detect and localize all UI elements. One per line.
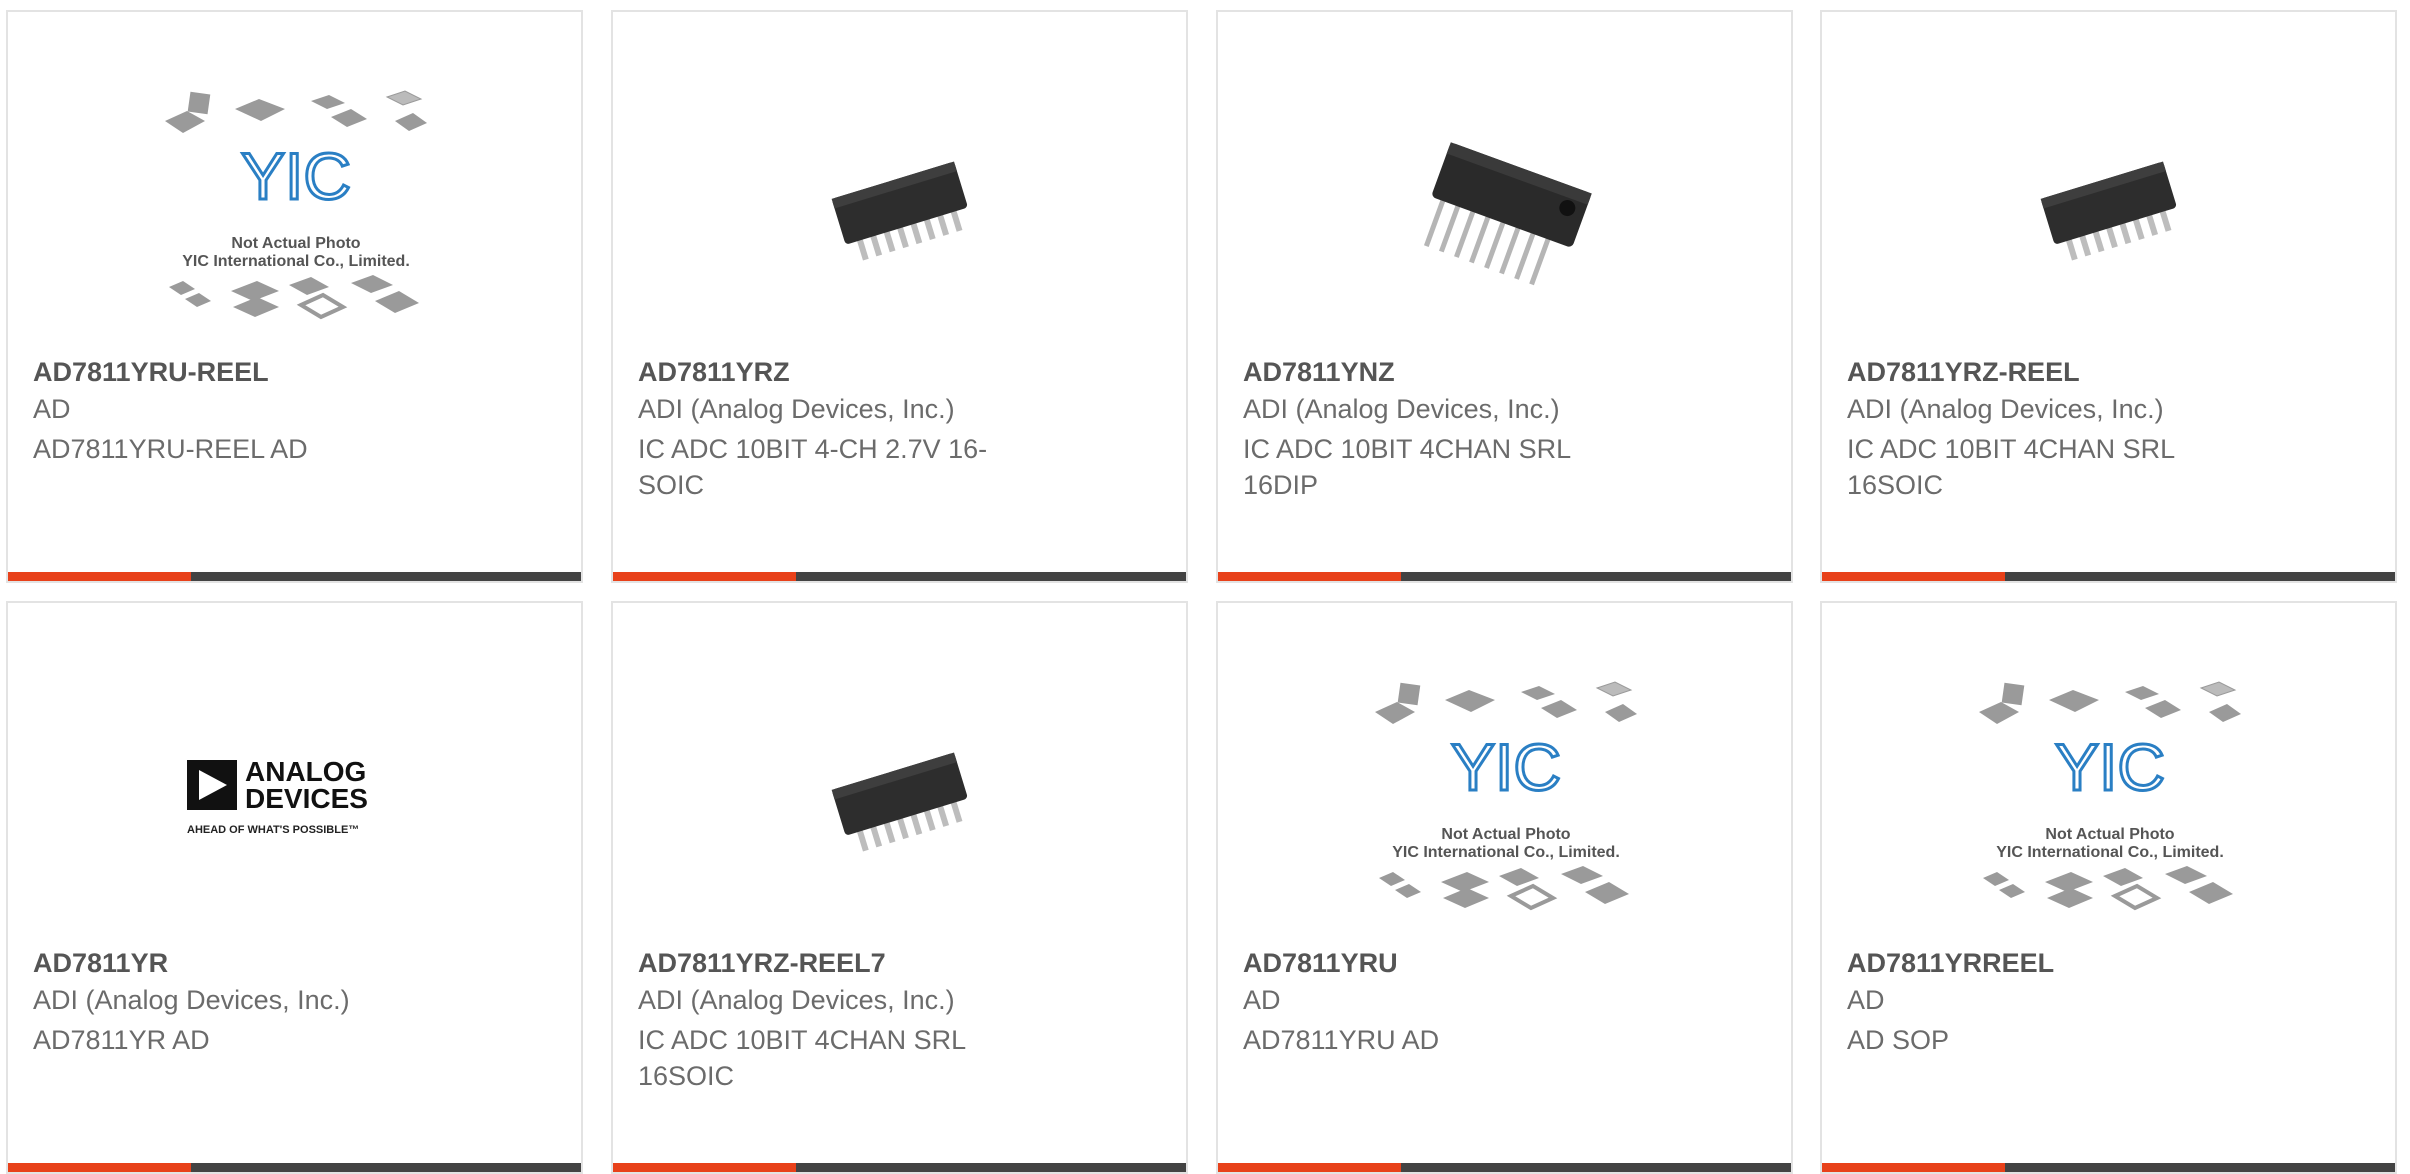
part-number[interactable]: AD7811YRREEL — [1847, 948, 2054, 979]
description: IC ADC 10BIT 4CHAN SRL 16SOIC — [638, 1025, 966, 1091]
manufacturer: AD — [1847, 985, 1885, 1015]
description: AD SOP — [1847, 1025, 1950, 1055]
description: IC ADC 10BIT 4CHAN SRL 16SOIC — [1847, 434, 2175, 500]
part-number[interactable]: AD7811YRZ — [638, 357, 790, 388]
manufacturer: ADI (Analog Devices, Inc.) — [33, 985, 350, 1015]
manufacturer: ADI (Analog Devices, Inc.) — [638, 394, 955, 424]
logo-wrap: ANALOG DEVICES AHEAD OF WHAT'S POSSIBLE™ — [181, 738, 411, 858]
product-image — [1403, 87, 1609, 327]
logo-wordmark: ANALOG DEVICES — [245, 756, 368, 814]
placeholder-wrap: YIC Not Actual Photo YIC International Co.… — [1371, 678, 1641, 918]
yic-placeholder-icon: YIC — [1375, 681, 1637, 911]
manufacturer: ADI (Analog Devices, Inc.) — [1243, 394, 1560, 424]
manufacturer: ADI (Analog Devices, Inc.) — [638, 985, 955, 1015]
description: IC ADC 10BIT 4-CH 2.7V 16-SOIC — [638, 434, 988, 500]
soic-chip-icon — [2040, 161, 2177, 261]
product-image: YIC Not Actual Photo YIC International Co.… — [165, 87, 427, 327]
description: AD7811YRU AD — [1243, 1025, 1440, 1055]
product-image: YIC Not Actual Photo YIC International Co.… — [1979, 678, 2241, 918]
placeholder-line2: YIC International Co., Limited. — [182, 253, 410, 270]
manufacturer: AD — [1243, 985, 1281, 1015]
card-bottom-bar — [1218, 572, 1791, 581]
placeholder-wrap: YIC Not Actual Photo YIC International Co.… — [161, 87, 431, 327]
yic-logo-text: YIC — [2055, 730, 2165, 804]
placeholder-caption: Not Actual Photo YIC International Co., L… — [161, 235, 431, 271]
card-bottom-bar — [8, 1163, 581, 1172]
product-card[interactable]: YIC Not Actual Photo YIC International Co.… — [1820, 601, 2397, 1174]
description: AD7811YRU-REEL AD — [33, 434, 308, 464]
manufacturer: ADI (Analog Devices, Inc.) — [1847, 394, 2164, 424]
part-number[interactable]: AD7811YRZ-REEL7 — [638, 948, 886, 979]
product-image — [2007, 87, 2213, 327]
yic-placeholder-icon: YIC — [1979, 681, 2241, 911]
accent-bar — [1822, 1163, 2005, 1172]
yic-logo-text: YIC — [241, 139, 351, 213]
description: IC ADC 10BIT 4CHAN SRL 16DIP — [1243, 434, 1571, 500]
accent-bar — [8, 1163, 191, 1172]
placeholder-line2: YIC International Co., Limited. — [1392, 844, 1620, 861]
description: AD7811YR AD — [33, 1025, 210, 1055]
product-card[interactable]: AD7811YRZ-REEL7 ADI (Analog Devices, Inc… — [611, 601, 1188, 1174]
accent-bar — [1218, 1163, 1401, 1172]
card-bottom-bar — [1218, 1163, 1791, 1172]
card-bottom-bar — [613, 572, 1186, 581]
logo-tagline: AHEAD OF WHAT'S POSSIBLE™ — [187, 824, 360, 836]
placeholder-caption: Not Actual Photo YIC International Co., L… — [1975, 826, 2245, 862]
accent-bar — [1822, 572, 2005, 581]
product-image — [798, 678, 1004, 918]
part-number[interactable]: AD7811YRZ-REEL — [1847, 357, 2080, 388]
product-grid: YIC Not Actual Photo YIC International Co.… — [0, 0, 2410, 1174]
placeholder-wrap: YIC Not Actual Photo YIC International Co.… — [1975, 678, 2245, 918]
product-card[interactable]: AD7811YRZ-REEL ADI (Analog Devices, Inc.… — [1820, 10, 2397, 583]
part-number[interactable]: AD7811YRU — [1243, 948, 1398, 979]
part-number[interactable]: AD7811YRU-REEL — [33, 357, 269, 388]
soic-chip-icon — [831, 161, 968, 261]
card-bottom-bar — [1822, 572, 2395, 581]
accent-bar — [8, 572, 191, 581]
accent-bar — [613, 1163, 796, 1172]
yic-placeholder-icon: YIC — [165, 90, 427, 320]
manufacturer: AD — [33, 394, 71, 424]
placeholder-line1: Not Actual Photo — [1441, 826, 1571, 843]
card-bottom-bar — [8, 572, 581, 581]
product-card[interactable]: ANALOG DEVICES AHEAD OF WHAT'S POSSIBLE™ A… — [6, 601, 583, 1174]
product-image — [798, 87, 1004, 327]
soic-chip-icon — [831, 752, 968, 852]
placeholder-line1: Not Actual Photo — [231, 235, 361, 252]
placeholder-line2: YIC International Co., Limited. — [1996, 844, 2224, 861]
product-card[interactable]: AD7811YRZ ADI (Analog Devices, Inc.) IC … — [611, 10, 1188, 583]
placeholder-caption: Not Actual Photo YIC International Co., L… — [1371, 826, 1641, 862]
placeholder-line1: Not Actual Photo — [2045, 826, 2175, 843]
product-card[interactable]: AD7811YNZ ADI (Analog Devices, Inc.) IC … — [1216, 10, 1793, 583]
card-bottom-bar — [613, 1163, 1186, 1172]
product-card[interactable]: YIC Not Actual Photo YIC International Co.… — [1216, 601, 1793, 1174]
product-image: ANALOG DEVICES AHEAD OF WHAT'S POSSIBLE™ — [187, 678, 399, 918]
accent-bar — [1218, 572, 1401, 581]
product-image: YIC Not Actual Photo YIC International Co.… — [1375, 678, 1637, 918]
accent-bar — [613, 572, 796, 581]
logo-line1: ANALOG — [245, 756, 367, 787]
part-number[interactable]: AD7811YR — [33, 948, 168, 979]
card-bottom-bar — [1822, 1163, 2395, 1172]
yic-logo-text: YIC — [1451, 730, 1561, 804]
part-number[interactable]: AD7811YNZ — [1243, 357, 1395, 388]
dip-chip-icon — [1423, 142, 1592, 286]
logo-line2: DEVICES — [245, 783, 368, 814]
product-card[interactable]: YIC Not Actual Photo YIC International Co.… — [6, 10, 583, 583]
